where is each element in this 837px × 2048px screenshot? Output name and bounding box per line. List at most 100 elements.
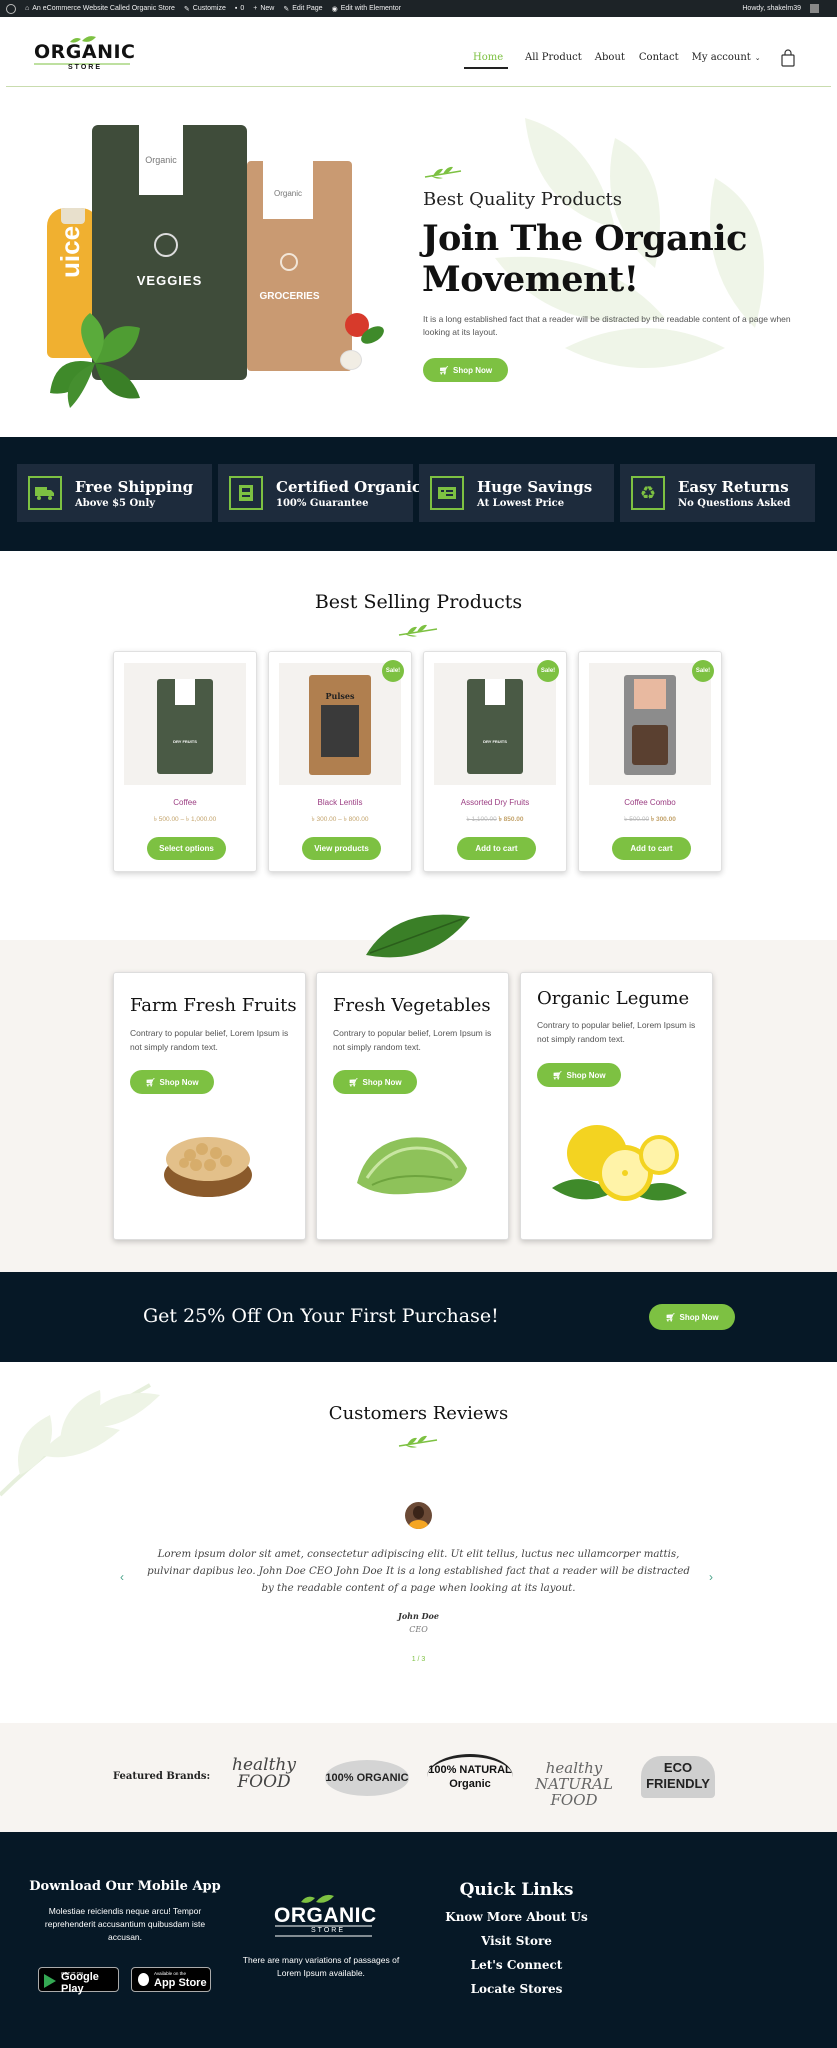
view-products-button[interactable]: View products: [302, 837, 381, 860]
category-title: Farm Fresh Fruits: [130, 995, 297, 1016]
product-card[interactable]: DRY FRUITS Coffee ৳ 500.00 – ৳ 1,000.00 …: [113, 651, 257, 872]
reviews-leaf-decoration: [0, 1383, 160, 1497]
admin-new[interactable]: + New: [253, 5, 274, 12]
product-price: ৳ 300.00 – ৳ 800.00: [311, 816, 369, 823]
big-leaf-decoration: [366, 914, 470, 958]
chickpea-bowl-image: [164, 1137, 252, 1197]
quick-links-title: Quick Links: [459, 1880, 574, 1900]
product-image[interactable]: Pulses: [279, 663, 401, 785]
sale-badge: Sale!: [692, 660, 714, 682]
site-logo[interactable]: ORGANIC STORE: [30, 35, 135, 73]
app-store-button[interactable]: Available on the App Store: [131, 1967, 211, 1992]
product-card[interactable]: Sale! Coffee Combo ৳ 500.00 ৳ 300.00 Add…: [578, 651, 722, 872]
feature-subtitle: Above $5 Only: [75, 497, 156, 509]
garlic-image: [340, 350, 362, 370]
reviewer-name: John Doe: [398, 1611, 439, 1621]
category-text: Contrary to popular belief, Lorem Ipsum …: [130, 1028, 289, 1052]
nav-about[interactable]: About: [595, 52, 625, 63]
review-next-arrow[interactable]: ›: [709, 1570, 713, 1584]
lemon-image: [552, 1125, 687, 1201]
reviews-title: Customers Reviews: [328, 1403, 509, 1424]
category-card: Fresh Vegetables Contrary to popular bel…: [316, 972, 509, 1240]
admin-howdy[interactable]: Howdy, shakelm39: [742, 5, 801, 12]
google-play-button[interactable]: GET IT ON Google Play: [38, 1967, 119, 1995]
add-to-cart-button[interactable]: Add to cart: [612, 837, 691, 860]
cart-icon: 🛒︎: [145, 1077, 156, 1087]
promo-text: Get 25% Off On Your First Purchase!: [143, 1305, 499, 1327]
basil-leaves-image: [50, 313, 140, 408]
apple-icon: [138, 1973, 149, 1986]
certificate-icon: [229, 476, 263, 510]
category-title: Organic Legume: [537, 988, 690, 1009]
cart-icon: 🛒︎: [348, 1077, 359, 1087]
money-icon: [430, 476, 464, 510]
brand-logo-100-organic: 100% ORGANIC: [325, 1760, 409, 1796]
feature-subtitle: 100% Guarantee: [276, 497, 369, 509]
admin-customize[interactable]: ✎ Customize: [184, 5, 226, 13]
quick-link-about[interactable]: Know More About Us: [400, 1910, 633, 1924]
product-name[interactable]: Coffee: [114, 798, 256, 807]
cart-icon[interactable]: [781, 49, 795, 67]
features-band: Free Shipping Above $5 Only Certified Org…: [0, 437, 837, 551]
add-to-cart-button[interactable]: Add to cart: [457, 837, 536, 860]
product-image[interactable]: DRY FRUITS: [124, 663, 246, 785]
feature-title: Certified Organic: [276, 477, 422, 496]
review-prev-arrow[interactable]: ‹: [120, 1570, 124, 1584]
feature-huge-savings: Huge Savings At Lowest Price: [419, 464, 614, 522]
leaf-ornament-icon: [424, 166, 462, 179]
lettuce-image: [357, 1137, 467, 1195]
chevron-down-icon: ⌄: [754, 54, 761, 62]
category-text: Contrary to popular belief, Lorem Ipsum …: [333, 1028, 492, 1052]
product-image[interactable]: DRY FRUITS: [434, 663, 556, 785]
brand-logo-healthy-natural: healthy NATURAL FOOD: [535, 1759, 613, 1809]
main-nav: Home All Product About Contact My accoun…: [473, 52, 761, 63]
category-shop-now-button[interactable]: 🛒︎ Shop Now: [537, 1063, 621, 1087]
bag1-label: VEGGIES: [136, 273, 203, 288]
brands-label: Featured Brands:: [113, 1771, 211, 1782]
footer-app-title: Download Our Mobile App: [29, 1879, 221, 1894]
product-name[interactable]: Black Lentils: [269, 798, 411, 807]
product-image[interactable]: [589, 663, 711, 785]
reviewer-avatar: [405, 1502, 432, 1529]
quick-link-locate[interactable]: Locate Stores: [400, 1982, 633, 1996]
category-shop-now-button[interactable]: 🛒︎ Shop Now: [333, 1070, 417, 1094]
wordpress-logo-icon[interactable]: [6, 3, 16, 14]
sale-badge: Sale!: [382, 660, 404, 682]
brand-logo-healthy-food: healthy FOOD: [232, 1755, 296, 1792]
hero-title-line1: Join The Organic: [422, 218, 747, 259]
sale-badge: Sale!: [537, 660, 559, 682]
admin-edit-page[interactable]: ✎ Edit Page: [283, 5, 322, 13]
nav-my-account[interactable]: My account: [692, 52, 751, 63]
footer-logo[interactable]: ORGANIC STORE: [271, 1890, 376, 1938]
admin-site-name[interactable]: ⌂ An eCommerce Website Called Organic St…: [25, 5, 175, 12]
feature-title: Huge Savings: [477, 477, 593, 496]
select-options-button[interactable]: Select options: [147, 837, 226, 860]
admin-elementor[interactable]: ◉ Edit with Elementor: [332, 5, 401, 13]
bottle-label: uice: [55, 225, 85, 278]
product-price: ৳ 500.00 – ৳ 1,000.00: [153, 816, 217, 823]
reviewer-role: CEO: [409, 1625, 428, 1634]
product-card[interactable]: Pulses Sale! Black Lentils ৳ 300.00 – ৳ …: [268, 651, 412, 872]
admin-avatar[interactable]: [810, 4, 819, 13]
quick-link-store[interactable]: Visit Store: [400, 1934, 633, 1948]
product-price: ৳ 1,100.00 ৳ 850.00: [424, 814, 566, 825]
review-quote: Lorem ipsum dolor sit amet, consectetur …: [147, 1549, 690, 1594]
admin-comments[interactable]: ▪ 0: [235, 5, 244, 12]
nav-contact[interactable]: Contact: [639, 52, 679, 63]
header-divider: [6, 86, 831, 87]
promo-shop-now-button[interactable]: 🛒︎ Shop Now: [649, 1304, 735, 1330]
product-name[interactable]: Coffee Combo: [579, 798, 721, 807]
feature-subtitle: No Questions Asked: [678, 497, 791, 509]
nav-home[interactable]: Home: [473, 52, 509, 63]
product-name[interactable]: Assorted Dry Fruits: [424, 798, 566, 807]
product-card[interactable]: DRY FRUITS Sale! Assorted Dry Fruits ৳ 1…: [423, 651, 567, 872]
quick-link-connect[interactable]: Let's Connect: [400, 1958, 633, 1972]
category-shop-now-button[interactable]: 🛒︎ Shop Now: [130, 1070, 214, 1094]
category-title: Fresh Vegetables: [333, 995, 491, 1016]
category-card: Farm Fresh Fruits Contrary to popular be…: [113, 972, 306, 1240]
review-pager: 1 / 3: [411, 1656, 426, 1663]
leaf-ornament-icon: [398, 624, 438, 637]
nav-all-product[interactable]: All Product: [525, 52, 582, 63]
hero-shop-now-button[interactable]: 🛒︎ Shop Now: [423, 358, 508, 382]
site-header: ORGANIC STORE Home All Product About Con…: [0, 17, 837, 87]
